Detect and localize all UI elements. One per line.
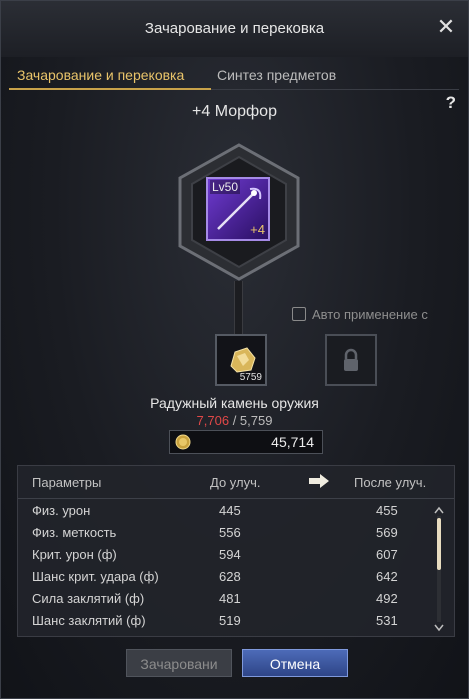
item-title: +4 Морфор xyxy=(192,103,277,120)
close-icon[interactable]: ✕ xyxy=(434,15,458,39)
stat-before: 556 xyxy=(219,525,241,540)
stat-row: Физ. урон 445 455 xyxy=(18,500,438,522)
header-parameters: Параметры xyxy=(32,475,102,490)
auto-apply-label: Авто применение с xyxy=(312,307,428,322)
enchant-window: Зачарование и перековка ✕ Зачарование и … xyxy=(0,0,469,699)
stat-after: 569 xyxy=(376,525,398,540)
stat-after: 531 xyxy=(376,613,398,628)
enchant-button[interactable]: Зачаровани xyxy=(126,649,232,677)
stat-before: 594 xyxy=(219,547,241,562)
frame-stem xyxy=(234,281,243,335)
material-separator: / xyxy=(229,413,240,428)
item-enhance-badge: +4 xyxy=(250,222,265,237)
auto-apply-checkbox[interactable] xyxy=(292,307,306,321)
cancel-button[interactable]: Отмена xyxy=(242,649,348,677)
stat-after: 607 xyxy=(376,547,398,562)
chevron-up-icon[interactable] xyxy=(434,506,444,514)
active-tab-underline xyxy=(9,88,211,90)
stat-name: Сила заклятий (ф) xyxy=(32,591,145,606)
stats-header: Параметры До улуч. После улуч. xyxy=(18,466,454,499)
material-owned: 5,759 xyxy=(239,413,273,428)
material-name: Радужный камень оружия xyxy=(150,395,319,411)
stat-name: Физ. урон xyxy=(32,503,91,518)
stat-after: 492 xyxy=(376,591,398,606)
tab-item-synthesis[interactable]: Синтез предметов xyxy=(217,67,336,83)
material-required: 7,706 xyxy=(196,413,230,428)
lock-icon xyxy=(344,348,358,371)
stat-row: Крит. урон (ф) 594 607 xyxy=(18,544,438,566)
gold-value: 45,714 xyxy=(271,434,314,450)
stat-before: 445 xyxy=(219,503,241,518)
material-stack-count: 5759 xyxy=(239,372,262,383)
stat-after: 642 xyxy=(376,569,398,584)
stat-name: Шанс крит. удара (ф) xyxy=(32,569,159,584)
weapon-item-slot[interactable]: Lv50 +4 xyxy=(206,177,270,241)
stat-before: 519 xyxy=(219,613,241,628)
stats-panel: Параметры До улуч. После улуч. Физ. урон… xyxy=(17,465,455,637)
stats-scrollbar[interactable] xyxy=(434,506,444,632)
stat-name: Крит. урон (ф) xyxy=(32,547,117,562)
stat-row: Сила заклятий (ф) 481 492 xyxy=(18,588,438,610)
scroll-thumb[interactable] xyxy=(437,518,441,570)
gold-cost-box: 45,714 xyxy=(169,430,323,454)
item-level-badge: Lv50 xyxy=(210,180,241,194)
window-titlebar: Зачарование и перековка xyxy=(1,1,468,57)
locked-slot[interactable] xyxy=(325,334,377,386)
right-arrow-icon xyxy=(309,474,329,488)
material-slot[interactable]: 5759 xyxy=(215,334,267,386)
window-title: Зачарование и перековка xyxy=(144,20,325,37)
stat-row: Шанс заклятий (ф) 519 531 xyxy=(18,610,438,632)
header-before: До улуч. xyxy=(210,475,261,490)
stat-name: Шанс заклятий (ф) xyxy=(32,613,146,628)
stat-name: Физ. меткость xyxy=(32,525,117,540)
stat-after: 455 xyxy=(376,503,398,518)
stat-before: 628 xyxy=(219,569,241,584)
tab-bar: Зачарование и перековка Синтез предметов xyxy=(9,61,459,90)
stat-row: Физ. меткость 556 569 xyxy=(18,522,438,544)
tab-enchant-reforge[interactable]: Зачарование и перековка xyxy=(17,67,184,83)
stat-row: Шанс крит. удара (ф) 628 642 xyxy=(18,566,438,588)
auto-apply-toggle[interactable]: Авто применение с xyxy=(292,307,432,322)
material-count: 7,706 / 5,759 xyxy=(1,413,468,428)
gold-coin-icon xyxy=(175,434,191,450)
chevron-down-icon[interactable] xyxy=(434,624,444,632)
stat-before: 481 xyxy=(219,591,241,606)
header-after: После улуч. xyxy=(354,475,427,490)
